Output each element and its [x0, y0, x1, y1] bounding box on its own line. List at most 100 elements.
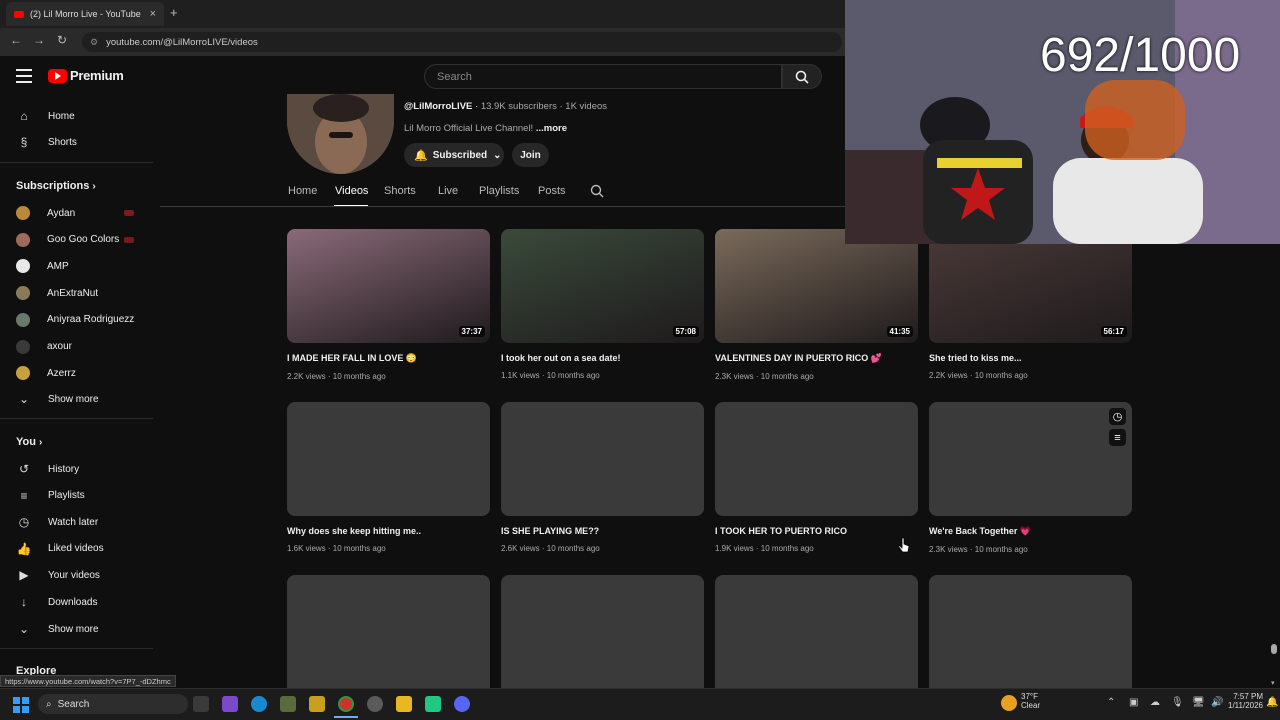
video-thumbnail[interactable]: 37:37	[287, 229, 490, 343]
copilot-icon[interactable]	[222, 696, 238, 712]
notification-icon[interactable]: 🔔	[1266, 697, 1278, 708]
subscribed-button[interactable]: 🔔 Subscribed ⌄	[404, 143, 504, 167]
reload-icon[interactable]: ↻	[57, 33, 67, 47]
weather-widget[interactable]: 37°F Clear	[1021, 692, 1040, 710]
tab-shorts[interactable]: Shorts	[384, 185, 416, 197]
video-title[interactable]: I TOOK HER TO PUERTO RICO	[715, 526, 918, 536]
close-tab-icon[interactable]: ×	[150, 8, 156, 20]
video-title[interactable]: VALENTINES DAY IN PUERTO RICO 💕	[715, 353, 918, 364]
task-view-icon[interactable]	[193, 696, 209, 712]
tab-videos[interactable]: Videos	[335, 185, 368, 197]
channel-search-icon[interactable]	[590, 184, 604, 203]
site-info-icon[interactable]: ⚙	[90, 37, 98, 48]
sidebar-item-home[interactable]: ⌂ Home	[16, 106, 74, 126]
tray-chevron-up-icon[interactable]: ⌃	[1107, 697, 1115, 708]
tray-app-icon[interactable]: ▣	[1129, 697, 1138, 708]
watch-later-icon[interactable]: ◷	[1109, 408, 1126, 425]
discord-icon[interactable]	[454, 696, 470, 712]
video-thumbnail[interactable]: 41:35	[715, 229, 918, 343]
video-card[interactable]: 57:08 I took her out on a sea date! 1.1K v…	[501, 229, 704, 380]
tab-home[interactable]: Home	[288, 185, 317, 197]
video-card[interactable]: Why does she keep hitting me.. 1.6K views…	[287, 402, 490, 553]
scroll-down-icon[interactable]: ▾	[1271, 679, 1275, 687]
video-thumbnail[interactable]	[501, 402, 704, 516]
sidebar-item-downloads[interactable]: ↓ Downloads	[16, 592, 97, 612]
hamburger-menu-icon[interactable]	[16, 69, 32, 83]
subscriptions-heading[interactable]: Subscriptions ›	[16, 180, 96, 192]
taskbar-search[interactable]: ⌕ Search	[38, 694, 188, 714]
show-more-you[interactable]: ⌄ Show more	[16, 619, 99, 639]
video-title[interactable]: IS SHE PLAYING ME??	[501, 526, 704, 536]
sidebar-item-watch-later[interactable]: ◷ Watch later	[16, 512, 98, 532]
store-icon[interactable]	[309, 696, 325, 712]
video-title[interactable]: We're Back Together 💗	[929, 526, 1132, 537]
sidebar-item-playlists[interactable]: ≡ Playlists	[16, 486, 84, 506]
video-thumbnail[interactable]: ◷ ≡	[929, 402, 1132, 516]
forward-arrow-icon[interactable]: →	[33, 33, 45, 47]
app-icon[interactable]	[425, 696, 441, 712]
network-icon[interactable]: 🖥	[1192, 697, 1205, 708]
onedrive-icon[interactable]: ☁	[1150, 697, 1160, 708]
video-card[interactable]: I TOOK HER TO PUERTO RICO 1.9K views · 10…	[715, 402, 918, 553]
more-link[interactable]: ...more	[536, 123, 567, 134]
sidebar-item-your-videos[interactable]: ▶ Your videos	[16, 565, 100, 585]
sidebar-item-history[interactable]: ↺ History	[16, 459, 79, 479]
video-thumbnail-placeholder[interactable]	[501, 575, 704, 688]
video-thumbnail-placeholder[interactable]	[715, 575, 918, 688]
sidebar-subscription-item[interactable]: Goo Goo Colors	[16, 230, 119, 250]
browser-tab[interactable]: (2) Lil Morro Live - YouTube ×	[6, 2, 164, 26]
sidebar-subscription-item[interactable]: Azerrz	[16, 363, 76, 383]
channel-avatar[interactable]	[287, 94, 394, 174]
sidebar-item-liked-videos[interactable]: 👍 Liked videos	[16, 539, 104, 559]
video-thumbnail[interactable]	[715, 402, 918, 516]
sidebar-subscription-item[interactable]: Aniyraa Rodriguezz	[16, 310, 134, 330]
show-more-subscriptions[interactable]: ⌄ Show more	[16, 389, 99, 409]
file-explorer-icon[interactable]	[396, 696, 412, 712]
windows-start-icon[interactable]	[13, 697, 29, 713]
new-tab-button[interactable]: +	[170, 5, 178, 20]
sidebar-subscription-item[interactable]: AnExtraNut	[16, 283, 98, 303]
sidebar-subscription-item[interactable]: Aydan	[16, 203, 75, 223]
video-title[interactable]: She tried to kiss me...	[929, 353, 1132, 363]
add-to-queue-icon[interactable]: ≡	[1109, 429, 1126, 446]
microphone-icon[interactable]: 🎙	[1171, 697, 1184, 708]
video-card[interactable]: 37:37 I MADE HER FALL IN LOVE 😳 2.2K views…	[287, 229, 490, 381]
video-duration-badge: 37:37	[458, 326, 485, 337]
video-thumbnail[interactable]: 57:08	[501, 229, 704, 343]
bell-icon: 🔔	[414, 149, 428, 162]
video-card[interactable]: IS SHE PLAYING ME?? 2.6K views · 10 month…	[501, 402, 704, 553]
address-bar[interactable]: ⚙ youtube.com/@LilMorroLIVE/videos	[82, 32, 842, 52]
taskbar-clock[interactable]: 7:57 PM 1/11/2026	[1228, 692, 1263, 710]
video-thumbnail-placeholder[interactable]	[287, 575, 490, 688]
tab-posts[interactable]: Posts	[538, 185, 566, 197]
video-title[interactable]: I took her out on a sea date!	[501, 353, 704, 363]
video-title[interactable]: I MADE HER FALL IN LOVE 😳	[287, 353, 490, 364]
video-thumbnail-placeholder[interactable]	[929, 575, 1132, 688]
youtube-logo[interactable]: Premium	[48, 68, 124, 83]
video-card[interactable]: 41:35 VALENTINES DAY IN PUERTO RICO 💕 2.3K…	[715, 229, 918, 381]
back-arrow-icon[interactable]: ←	[10, 33, 22, 47]
obs-icon[interactable]	[367, 696, 383, 712]
video-thumbnail[interactable]: 56:17	[929, 229, 1132, 343]
tab-live[interactable]: Live	[438, 185, 458, 197]
sidebar-subscription-item[interactable]: AMP	[16, 256, 69, 276]
join-button[interactable]: Join	[512, 143, 549, 167]
link-status-url: https://www.youtube.com/watch?v=7P7_-dDZ…	[0, 675, 176, 687]
chrome-browser-icon[interactable]	[338, 696, 354, 712]
search-button[interactable]	[782, 64, 822, 89]
sidebar-item-shorts[interactable]: § Shorts	[16, 132, 77, 152]
video-thumbnail[interactable]	[287, 402, 490, 516]
video-card[interactable]: 56:17 She tried to kiss me... 2.2K views ·…	[929, 229, 1132, 380]
app-icon[interactable]	[280, 696, 296, 712]
search-input[interactable]: Search	[424, 64, 782, 89]
video-title[interactable]: Why does she keep hitting me..	[287, 526, 490, 536]
edge-browser-icon[interactable]	[251, 696, 267, 712]
scrollbar-thumb[interactable]	[1271, 644, 1277, 654]
sidebar-subscription-item[interactable]: axour	[16, 337, 72, 357]
your-videos-icon: ▶	[19, 568, 29, 583]
channel-description-line[interactable]: Lil Morro Official Live Channel! ...more	[404, 123, 567, 134]
video-card[interactable]: ◷ ≡ We're Back Together 💗 2.3K views · 10 m…	[929, 402, 1132, 554]
tab-playlists[interactable]: Playlists	[479, 185, 519, 197]
you-heading[interactable]: You ›	[16, 436, 42, 448]
volume-icon[interactable]: 🔊	[1211, 697, 1223, 708]
